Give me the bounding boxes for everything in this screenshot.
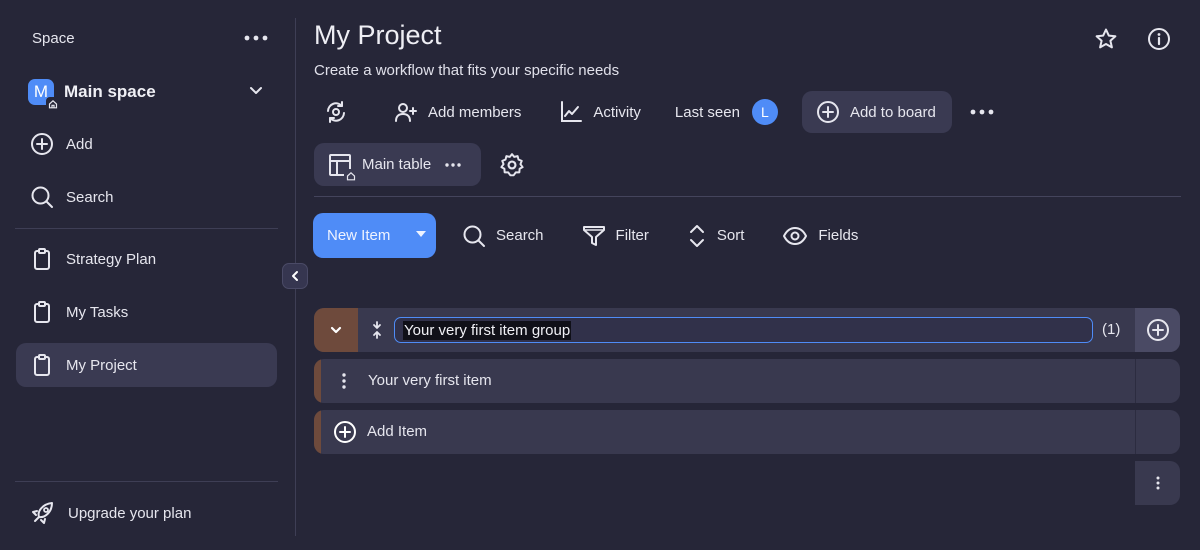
- add-user-icon: [394, 100, 418, 124]
- search-icon: [30, 185, 54, 209]
- sync-button[interactable]: [314, 91, 358, 133]
- item-group-header: Your very first item group (1): [314, 308, 1180, 352]
- settings-gear-icon[interactable]: [498, 151, 526, 179]
- group-name-text: Your very first item group: [403, 320, 572, 340]
- group-color-stripe: [314, 359, 321, 403]
- sidebar-add-label: Add: [66, 135, 93, 153]
- plus-circle-icon: [1146, 318, 1170, 342]
- plus-circle-icon: [30, 132, 54, 156]
- more-options-icon[interactable]: [244, 28, 268, 48]
- sync-icon: [324, 100, 348, 124]
- row-end-cell: [1135, 359, 1180, 403]
- add-to-board-button[interactable]: Add to board: [801, 91, 952, 133]
- sidebar-item-label: Strategy Plan: [66, 250, 157, 268]
- add-item-label: Add Item: [367, 423, 428, 440]
- tab-more-icon[interactable]: [445, 162, 461, 167]
- last-seen-button[interactable]: Last seen L: [665, 91, 788, 133]
- page-subtitle: Create a workflow that fits your specifi…: [314, 62, 620, 79]
- sidebar-add-button[interactable]: Add: [16, 122, 277, 166]
- group-name-input[interactable]: Your very first item group: [394, 317, 1093, 343]
- chevron-down-icon: [329, 323, 343, 337]
- fields-label: Fields: [818, 227, 859, 244]
- sidebar-header: Space: [32, 30, 75, 47]
- clipboard-icon: [30, 247, 54, 271]
- sidebar-divider: [15, 228, 278, 229]
- row-menu-icon[interactable]: [342, 373, 346, 389]
- upgrade-plan-button[interactable]: Upgrade your plan: [16, 491, 277, 535]
- sidebar: Space M Main space Add Search Strategy P…: [0, 0, 296, 550]
- search-icon: [462, 224, 486, 248]
- add-members-label: Add members: [428, 103, 522, 121]
- chevron-left-icon: [289, 270, 301, 282]
- space-avatar: M: [28, 79, 60, 111]
- board-toolbar: Add members Activity Last seen L Add to …: [314, 90, 1004, 134]
- sidebar-item-label: My Project: [66, 356, 137, 374]
- rocket-icon: [30, 500, 56, 526]
- item-name: Your very first item: [368, 372, 492, 389]
- search-button[interactable]: Search: [452, 216, 554, 256]
- upgrade-plan-label: Upgrade your plan: [68, 504, 192, 522]
- activity-label: Activity: [593, 103, 641, 121]
- add-to-board-label: Add to board: [849, 103, 936, 121]
- sidebar-divider: [15, 481, 278, 482]
- filter-icon: [582, 224, 606, 248]
- star-icon[interactable]: [1093, 26, 1119, 52]
- chevron-down-icon[interactable]: [248, 82, 264, 98]
- group-collapse-button[interactable]: [314, 308, 358, 352]
- plus-circle-icon: [816, 100, 840, 124]
- eye-icon: [782, 224, 808, 248]
- sidebar-search-button[interactable]: Search: [16, 175, 277, 219]
- last-seen-label: Last seen: [674, 103, 740, 121]
- new-item-button[interactable]: New Item: [313, 213, 436, 258]
- filter-label: Filter: [615, 227, 649, 244]
- space-name: Main space: [64, 82, 156, 101]
- space-selector[interactable]: M Main space: [28, 78, 268, 111]
- clipboard-icon: [30, 300, 54, 324]
- home-icon: [46, 97, 60, 111]
- activity-chart-icon: [559, 100, 583, 124]
- sidebar-item-my-project[interactable]: My Project: [16, 343, 277, 387]
- tab-main-table[interactable]: Main table: [314, 143, 481, 186]
- sidebar-item-strategy-plan[interactable]: Strategy Plan: [16, 237, 277, 281]
- kebab-menu-icon: [1156, 476, 1160, 490]
- add-item-row[interactable]: Add Item: [314, 410, 1180, 454]
- fields-button[interactable]: Fields: [772, 216, 868, 256]
- info-icon[interactable]: [1146, 26, 1172, 52]
- group-more-button[interactable]: [1135, 461, 1180, 505]
- sidebar-item-label: My Tasks: [66, 303, 129, 321]
- activity-button[interactable]: Activity: [549, 91, 651, 133]
- more-options-icon: [970, 109, 994, 115]
- home-icon: [344, 168, 358, 183]
- table-icon: [328, 153, 358, 183]
- group-item-count: (1): [1102, 321, 1121, 338]
- page-title: My Project: [314, 20, 442, 50]
- board-more-button[interactable]: [960, 91, 1004, 133]
- add-column-button[interactable]: [1135, 308, 1180, 352]
- row-end-cell: [1135, 410, 1180, 454]
- search-label: Search: [496, 227, 544, 244]
- table-actions: Search Filter Sort Fields: [452, 213, 886, 258]
- sidebar-search-label: Search: [66, 188, 114, 206]
- sort-icon: [687, 224, 707, 248]
- sort-button[interactable]: Sort: [677, 216, 755, 256]
- tab-label: Main table: [362, 156, 432, 173]
- group-color-stripe: [314, 410, 321, 454]
- new-item-label: New Item: [327, 227, 391, 244]
- header-divider: [314, 196, 1181, 197]
- filter-button[interactable]: Filter: [572, 216, 659, 256]
- drag-handle-icon[interactable]: [372, 321, 382, 339]
- sort-label: Sort: [716, 227, 745, 244]
- clipboard-icon: [30, 353, 54, 377]
- user-avatar: L: [751, 99, 778, 125]
- sidebar-item-my-tasks[interactable]: My Tasks: [16, 290, 277, 334]
- table-row[interactable]: Your very first item: [314, 359, 1180, 403]
- add-members-button[interactable]: Add members: [384, 91, 531, 133]
- plus-circle-icon: [333, 420, 357, 444]
- collapse-sidebar-button[interactable]: [282, 263, 308, 289]
- caret-down-icon[interactable]: [416, 231, 426, 237]
